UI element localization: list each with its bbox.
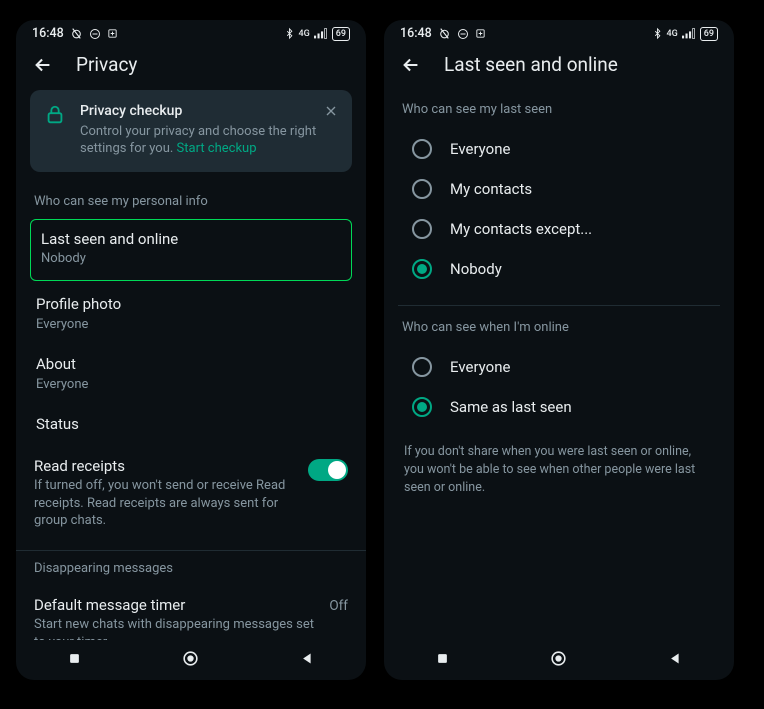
battery-icon: 69	[700, 27, 718, 41]
status-bar: 16:48 4G 69	[384, 20, 734, 43]
bluetooth-icon	[652, 27, 663, 40]
radio-label: Nobody	[450, 260, 502, 278]
checkup-text: Privacy checkup Control your privacy and…	[80, 102, 340, 158]
privacy-checkup-card[interactable]: Privacy checkup Control your privacy and…	[30, 90, 352, 172]
nav-recents-button[interactable]	[64, 648, 84, 668]
section-personal-info: Who can see my personal info	[30, 188, 352, 219]
item-about[interactable]: About Everyone	[30, 345, 352, 405]
radio-icon	[412, 219, 432, 239]
android-nav-bar	[16, 640, 366, 680]
content: Privacy checkup Control your privacy and…	[16, 90, 366, 640]
back-button[interactable]	[32, 54, 54, 76]
nav-home-button[interactable]	[181, 648, 201, 668]
radio-group-last-seen: Everyone My contacts My contacts except.…	[398, 127, 720, 299]
radio-icon	[412, 139, 432, 159]
header: Privacy	[16, 43, 366, 90]
radio-icon	[412, 259, 432, 279]
item-profile-photo[interactable]: Profile photo Everyone	[30, 285, 352, 345]
item-read-receipts[interactable]: Read receipts If turned off, you won't s…	[30, 447, 352, 542]
item-status[interactable]: Status	[30, 405, 352, 447]
read-receipts-toggle[interactable]	[308, 459, 348, 481]
item-last-seen-online[interactable]: Last seen and online Nobody	[30, 219, 352, 281]
status-right: 4G 69	[284, 27, 350, 41]
radio-label: My contacts except...	[450, 220, 592, 238]
radio-icon	[412, 397, 432, 417]
plus-icon	[475, 28, 486, 39]
radio-icon	[412, 179, 432, 199]
content: Who can see my last seen Everyone My con…	[384, 90, 734, 640]
item-sub: Start new chats with disappearing messag…	[34, 616, 317, 640]
dnd-icon	[457, 28, 469, 40]
radio-group-online: Everyone Same as last seen	[398, 345, 720, 437]
item-title: About	[36, 355, 346, 375]
alarm-off-icon	[70, 27, 83, 40]
item-sub: If turned off, you won't send or receive…	[34, 477, 296, 530]
item-default-timer[interactable]: Default message timer Start new chats wi…	[30, 586, 352, 640]
info-note: If you don't share when you were last se…	[398, 437, 720, 507]
back-button[interactable]	[400, 54, 422, 76]
battery-icon: 69	[332, 27, 350, 41]
phone-last-seen: 16:48 4G 69 Last seen and online Who can…	[384, 20, 734, 680]
network-type: 4G	[667, 29, 678, 39]
lock-icon	[42, 102, 68, 128]
page-title: Privacy	[76, 53, 137, 76]
clock: 16:48	[400, 26, 432, 41]
clock: 16:48	[32, 26, 64, 41]
timer-value: Off	[329, 598, 348, 614]
dnd-icon	[89, 28, 101, 40]
status-left: 16:48	[32, 26, 118, 41]
radio-my-contacts[interactable]: My contacts	[398, 169, 720, 209]
radio-icon	[412, 357, 432, 377]
item-title: Last seen and online	[41, 230, 341, 250]
status-left: 16:48	[400, 26, 486, 41]
item-title: Default message timer	[34, 596, 317, 616]
radio-label: Everyone	[450, 140, 510, 158]
plus-icon	[107, 28, 118, 39]
radio-my-contacts-except[interactable]: My contacts except...	[398, 209, 720, 249]
item-sub: Everyone	[36, 316, 346, 334]
radio-label: My contacts	[450, 180, 532, 198]
signal-icon	[682, 28, 696, 39]
nav-home-button[interactable]	[549, 648, 569, 668]
network-type: 4G	[299, 29, 310, 39]
item-sub: Everyone	[36, 376, 346, 394]
status-right: 4G 69	[652, 27, 718, 41]
checkup-title: Privacy checkup	[80, 102, 340, 121]
alarm-off-icon	[438, 27, 451, 40]
start-checkup-link[interactable]: Start checkup	[177, 141, 257, 156]
radio-nobody[interactable]: Nobody	[398, 249, 720, 289]
radio-everyone[interactable]: Everyone	[398, 129, 720, 169]
page-title: Last seen and online	[444, 53, 618, 76]
item-title: Profile photo	[36, 295, 346, 315]
radio-online-same[interactable]: Same as last seen	[398, 387, 720, 427]
nav-recents-button[interactable]	[432, 648, 452, 668]
radio-label: Same as last seen	[450, 398, 572, 416]
close-icon[interactable]	[320, 100, 342, 122]
item-title: Read receipts	[34, 457, 296, 477]
divider	[16, 550, 366, 551]
nav-back-button[interactable]	[666, 648, 686, 668]
android-nav-bar	[384, 640, 734, 680]
nav-back-button[interactable]	[298, 648, 318, 668]
section-online: Who can see when I'm online	[398, 320, 720, 345]
phone-privacy: 16:48 4G 69 Pr	[16, 20, 366, 680]
section-last-seen: Who can see my last seen	[398, 90, 720, 127]
status-bar: 16:48 4G 69	[16, 20, 366, 43]
item-title: Status	[36, 415, 346, 435]
radio-online-everyone[interactable]: Everyone	[398, 347, 720, 387]
signal-icon	[314, 28, 328, 39]
radio-label: Everyone	[450, 358, 510, 376]
header: Last seen and online	[384, 43, 734, 90]
item-sub: Nobody	[41, 250, 341, 268]
bluetooth-icon	[284, 27, 295, 40]
section-disappearing: Disappearing messages	[30, 559, 352, 586]
divider	[398, 305, 720, 306]
